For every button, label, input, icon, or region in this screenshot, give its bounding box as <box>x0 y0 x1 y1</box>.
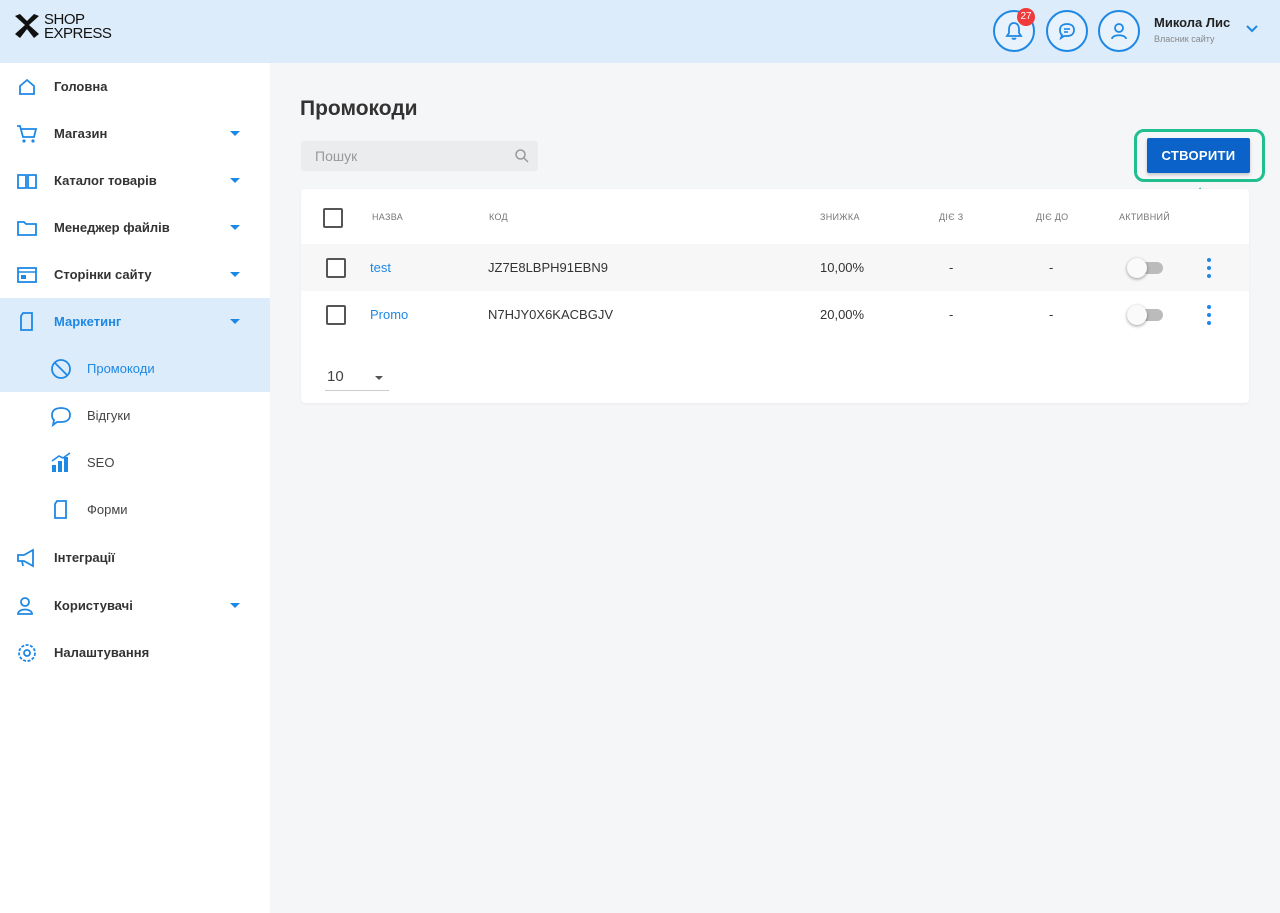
gear-icon <box>15 641 39 665</box>
column-header-code[interactable]: Код <box>489 212 508 222</box>
sidebar-subitem-label: Промокоди <box>87 361 155 376</box>
user-info[interactable]: Микола Лис Власник сайту <box>1154 15 1230 44</box>
column-header-valid-to[interactable]: Діє до <box>1036 212 1068 222</box>
caret-down-icon <box>230 225 240 230</box>
caret-down-icon <box>230 603 240 608</box>
sidebar-item-settings[interactable]: Налаштування <box>0 629 270 676</box>
shop-express-logo[interactable]: SHOP EXPRESS <box>12 12 112 42</box>
promo-code: N7HJY0X6KACBGJV <box>488 307 613 322</box>
sidebar-item-shop[interactable]: Магазин <box>0 110 270 157</box>
messages-button[interactable] <box>1046 10 1088 52</box>
top-header: SHOP EXPRESS 27 Микола Лис Власник сайту <box>0 0 1280 63</box>
sidebar-subitem-label: SEO <box>87 455 115 470</box>
sidebar-item-label: Користувачі <box>54 598 133 613</box>
chart-icon <box>48 450 74 476</box>
sidebar: Головна Магазин Каталог товарів Менеджер… <box>0 63 270 913</box>
sidebar-subitem-label: Форми <box>87 502 128 517</box>
page-title: Промокоди <box>300 97 418 120</box>
sidebar-subitem-reviews[interactable]: Відгуки <box>0 392 270 439</box>
user-role: Власник сайту <box>1154 34 1215 44</box>
sidebar-item-catalog[interactable]: Каталог товарів <box>0 157 270 204</box>
rows-per-page-value: 10 <box>327 368 344 385</box>
catalog-icon <box>15 169 39 193</box>
promo-discount: 10,00% <box>820 260 865 275</box>
promo-valid-to: - <box>1049 260 1054 275</box>
sidebar-item-marketing[interactable]: Маркетинг <box>0 298 270 345</box>
select-all-checkbox[interactable] <box>323 208 343 228</box>
search-input[interactable] <box>301 148 501 164</box>
sidebar-item-site-pages[interactable]: Сторінки сайту <box>0 251 270 298</box>
search-box[interactable] <box>301 141 538 171</box>
caret-down-icon <box>230 131 240 136</box>
table-row[interactable]: Promo N7HJY0X6KACBGJV 20,00% - - <box>301 291 1249 338</box>
column-header-active[interactable]: Активний <box>1119 212 1170 222</box>
form-icon <box>48 497 74 523</box>
promo-code: JZ7E8LBPH91EBN9 <box>488 260 608 275</box>
chat-bubble-icon <box>1059 23 1075 41</box>
sidebar-item-label: Магазин <box>54 126 108 141</box>
sidebar-item-home[interactable]: Головна <box>0 63 270 110</box>
promo-valid-from: - <box>949 307 954 322</box>
column-header-valid-from[interactable]: Діє з <box>939 212 964 222</box>
more-options-icon[interactable] <box>1206 258 1212 278</box>
promo-name-link[interactable]: Promo <box>370 307 408 322</box>
sidebar-item-label: Каталог товарів <box>54 173 157 188</box>
home-icon <box>15 75 39 99</box>
notifications-badge: 27 <box>1017 8 1035 26</box>
users-icon <box>15 594 39 618</box>
row-checkbox[interactable] <box>326 305 346 325</box>
profile-button[interactable] <box>1098 10 1140 52</box>
caret-down-icon <box>375 376 383 380</box>
sidebar-item-integrations[interactable]: Інтеграції <box>0 534 270 581</box>
sidebar-item-label: Головна <box>54 79 108 94</box>
sidebar-item-users[interactable]: Користувачі <box>0 582 270 629</box>
sidebar-item-label: Сторінки сайту <box>54 267 152 282</box>
promo-name-link[interactable]: test <box>370 260 391 275</box>
sidebar-item-label: Менеджер файлів <box>54 220 170 235</box>
sidebar-item-label: Налаштування <box>54 645 150 660</box>
promo-valid-from: - <box>949 260 954 275</box>
marketing-icon <box>15 310 39 334</box>
column-header-name[interactable]: Назва <box>372 212 403 222</box>
rows-per-page-select[interactable]: 10 <box>325 365 389 391</box>
active-toggle[interactable] <box>1127 305 1163 325</box>
active-toggle[interactable] <box>1127 258 1163 278</box>
logo-mark-icon <box>12 12 42 42</box>
create-button[interactable]: СТВОРИТИ <box>1147 138 1250 173</box>
megaphone-icon <box>15 546 39 570</box>
promocodes-table: Назва Код Знижка Діє з Діє до Активний t… <box>301 189 1249 403</box>
table-row[interactable]: test JZ7E8LBPH91EBN9 10,00% - - <box>301 244 1249 291</box>
more-options-icon[interactable] <box>1206 305 1212 325</box>
sidebar-item-label: Маркетинг <box>54 314 122 329</box>
column-header-discount[interactable]: Знижка <box>820 212 860 222</box>
sidebar-item-label: Інтеграції <box>54 550 115 565</box>
sidebar-subitem-label: Відгуки <box>87 408 131 423</box>
chevron-down-icon[interactable] <box>1245 24 1259 34</box>
pages-icon <box>15 263 39 287</box>
promo-valid-to: - <box>1049 307 1054 322</box>
caret-down-icon <box>230 319 240 324</box>
promo-icon <box>48 356 74 382</box>
sidebar-subitem-forms[interactable]: Форми <box>0 486 270 533</box>
caret-down-icon <box>230 178 240 183</box>
folder-icon <box>15 216 39 240</box>
cart-icon <box>15 122 39 146</box>
sidebar-item-file-manager[interactable]: Менеджер файлів <box>0 204 270 251</box>
caret-down-icon <box>230 272 240 277</box>
user-icon <box>1111 23 1127 40</box>
sidebar-subitem-seo[interactable]: SEO <box>0 439 270 486</box>
search-icon[interactable] <box>514 148 530 164</box>
user-name: Микола Лис <box>1154 15 1231 30</box>
promo-discount: 20,00% <box>820 307 865 322</box>
row-checkbox[interactable] <box>326 258 346 278</box>
notifications-button[interactable]: 27 <box>993 8 1035 52</box>
sidebar-subitem-promocodes[interactable]: Промокоди <box>0 345 270 392</box>
chat-icon <box>48 403 74 429</box>
logo-text-express: EXPRESS <box>44 25 112 42</box>
